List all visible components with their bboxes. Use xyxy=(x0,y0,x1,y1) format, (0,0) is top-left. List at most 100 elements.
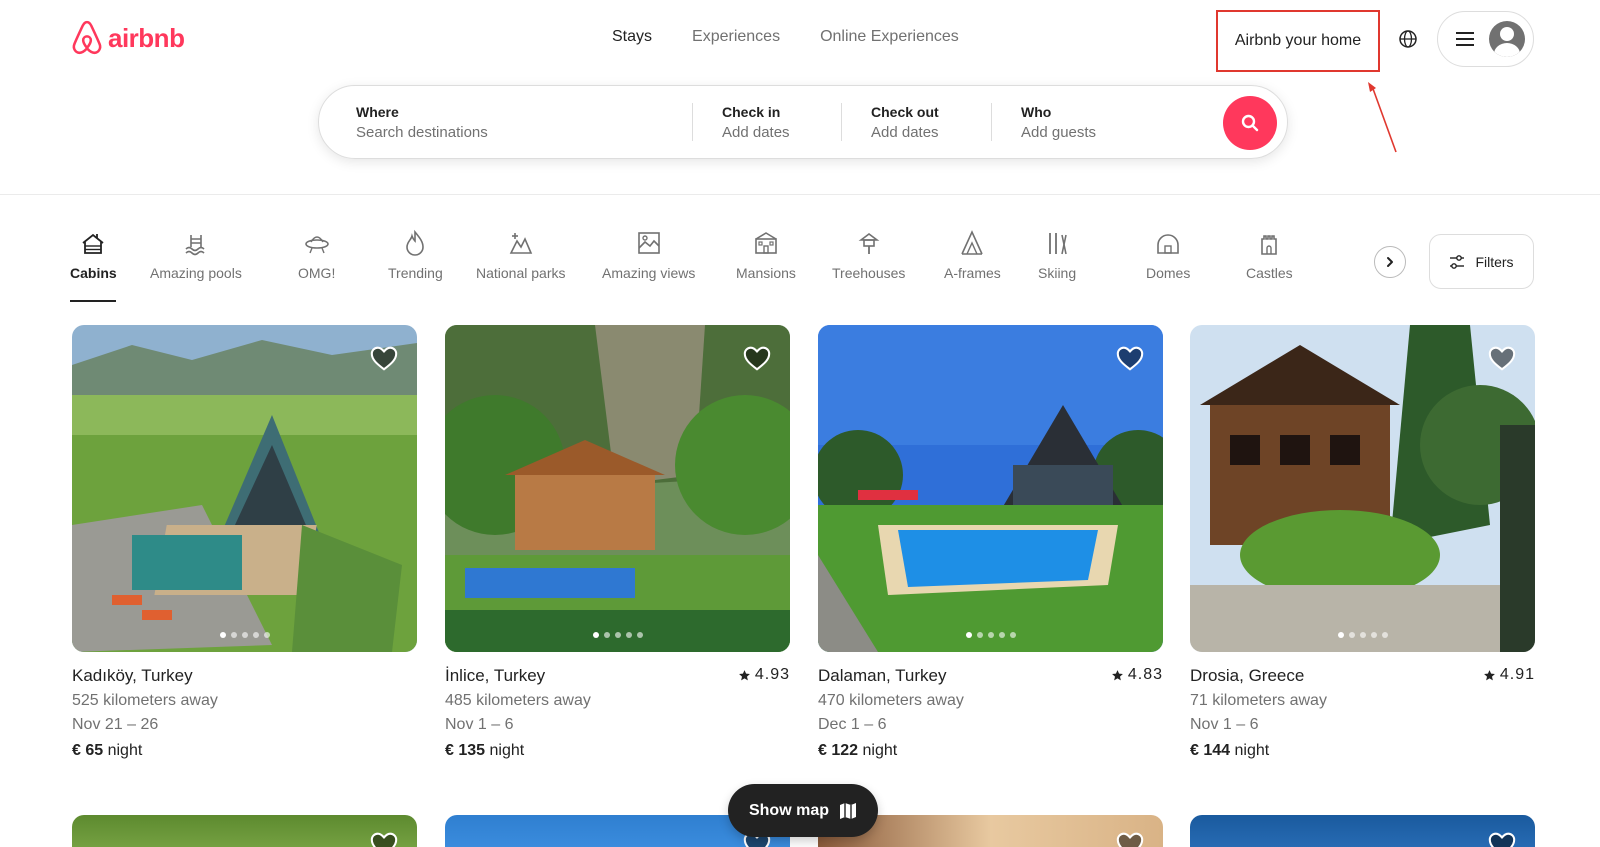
listing-price: € 144 night xyxy=(1190,742,1535,760)
heart-icon[interactable] xyxy=(742,343,772,373)
price-amount: € 144 xyxy=(1190,742,1231,759)
category-trending[interactable]: Trending xyxy=(388,229,443,281)
search-button[interactable] xyxy=(1223,96,1277,150)
category-cabins[interactable]: Cabins xyxy=(70,229,117,302)
star-icon xyxy=(1111,669,1123,680)
heart-icon[interactable] xyxy=(369,343,399,373)
listing-price: € 65 night xyxy=(72,742,417,760)
listing-dates: Dec 1 – 6 xyxy=(818,716,887,733)
castle-icon xyxy=(1255,229,1283,257)
listing-price: € 122 night xyxy=(818,742,1163,760)
listing-photo[interactable] xyxy=(818,325,1163,652)
a-frame-icon xyxy=(958,229,986,257)
listing-distance: 525 kilometers away xyxy=(72,692,218,709)
where-placeholder: Search destinations xyxy=(356,123,488,141)
photo-carousel-dots xyxy=(592,632,643,638)
category-national-parks[interactable]: National parks xyxy=(476,229,566,281)
category-label: Amazing views xyxy=(602,265,696,281)
heart-icon[interactable] xyxy=(1487,829,1517,847)
listing-photo[interactable] xyxy=(72,325,417,652)
treehouse-icon xyxy=(855,229,883,257)
rating-value: 4.83 xyxy=(1127,666,1163,683)
where-field[interactable]: Where Search destinations xyxy=(319,86,692,158)
listing-dates: Nov 1 – 6 xyxy=(1190,716,1259,733)
filters-button[interactable]: Filters xyxy=(1429,234,1534,289)
listing-rating: 4.91 xyxy=(1483,666,1535,684)
show-map-label: Show map xyxy=(748,801,829,819)
map-icon xyxy=(840,802,856,819)
check-in-field[interactable]: Check in Add dates xyxy=(693,86,841,158)
listing-photo-partial[interactable] xyxy=(1190,815,1535,847)
show-map-button[interactable]: Show map xyxy=(728,784,878,837)
listing-distance: 71 kilometers away xyxy=(1190,692,1327,709)
price-unit: night xyxy=(107,742,143,759)
listing-distance: 485 kilometers away xyxy=(445,692,591,709)
hamburger-icon xyxy=(1456,32,1474,46)
category-a-frames[interactable]: A-frames xyxy=(944,229,1001,281)
heart-icon[interactable] xyxy=(1115,343,1145,373)
listing-card[interactable]: Kadıköy, Turkey 525 kilometers away Nov 21… xyxy=(72,325,417,760)
category-mansions[interactable]: Mansions xyxy=(736,229,796,281)
filters-label: Filters xyxy=(1475,253,1514,270)
category-treehouses[interactable]: Treehouses xyxy=(832,229,905,281)
listing-dates: Nov 21 – 26 xyxy=(72,716,159,733)
category-amazing-views[interactable]: Amazing views xyxy=(602,229,695,281)
language-button[interactable] xyxy=(1393,24,1423,54)
price-amount: € 135 xyxy=(445,742,486,759)
annotation-arrow-icon xyxy=(1368,82,1397,153)
listing-rating: 4.93 xyxy=(738,666,790,684)
tab-experiences[interactable]: Experiences xyxy=(692,28,780,46)
tab-online-experiences[interactable]: Online Experiences xyxy=(820,28,959,46)
view-icon xyxy=(635,229,663,257)
listing-info: İnlice, Turkey 4.93 485 kilometers away Nov… xyxy=(445,666,790,760)
heart-icon[interactable] xyxy=(369,829,399,847)
category-next-button[interactable] xyxy=(1374,246,1406,278)
listing-rating: 4.83 xyxy=(1111,666,1163,684)
star-icon xyxy=(1483,669,1495,680)
active-category-underline xyxy=(70,300,116,302)
category-castles[interactable]: Castles xyxy=(1246,229,1293,281)
listing-card[interactable]: Drosia, Greece 4.91 71 kilometers away Nov … xyxy=(1190,325,1535,760)
listing-card[interactable]: İnlice, Turkey 4.93 485 kilometers away Nov… xyxy=(445,325,790,760)
who-field[interactable]: Who Add guests xyxy=(992,86,1232,158)
chevron-right-icon xyxy=(1387,257,1393,267)
category-label: OMG! xyxy=(298,265,336,281)
listing-info: Dalaman, Turkey 4.83 470 kilometers away De… xyxy=(818,666,1163,760)
globe-icon xyxy=(1399,30,1417,48)
category-amazing-pools[interactable]: Amazing pools xyxy=(150,229,242,281)
airbnb-logo-icon xyxy=(72,20,102,55)
check-out-placeholder: Add dates xyxy=(871,123,939,141)
price-amount: € 65 xyxy=(72,742,104,759)
avatar-icon xyxy=(1489,21,1525,57)
category-label: Castles xyxy=(1246,265,1293,281)
heart-icon[interactable] xyxy=(1487,343,1517,373)
heart-icon[interactable] xyxy=(1115,829,1145,847)
brand-name: airbnb xyxy=(108,22,185,53)
who-label: Who xyxy=(1021,103,1052,120)
listing-photo-partial[interactable] xyxy=(72,815,417,847)
check-out-label: Check out xyxy=(871,103,939,120)
search-icon xyxy=(1241,114,1259,132)
listing-card[interactable]: Dalaman, Turkey 4.83 470 kilometers away De… xyxy=(818,325,1163,760)
nav-tabs: Stays Experiences Online Experiences xyxy=(612,28,959,46)
dome-icon xyxy=(1154,229,1182,257)
check-out-field[interactable]: Check out Add dates xyxy=(842,86,991,158)
listing-location: Kadıköy, Turkey xyxy=(72,666,193,685)
listing-photo[interactable] xyxy=(1190,325,1535,652)
header: airbnb Stays Experiences Online Experien… xyxy=(0,0,1600,195)
mansion-icon xyxy=(752,229,780,257)
photo-carousel-dots xyxy=(965,632,1016,638)
flame-icon xyxy=(401,229,429,257)
profile-menu-button[interactable] xyxy=(1437,11,1534,67)
tab-stays[interactable]: Stays xyxy=(612,28,652,46)
price-amount: € 122 xyxy=(818,742,859,759)
airbnb-logo[interactable]: airbnb xyxy=(70,20,185,56)
category-skiing[interactable]: Skiing xyxy=(1038,229,1076,281)
photo-carousel-dots xyxy=(1337,632,1388,638)
category-label: Cabins xyxy=(70,265,117,281)
listing-photo[interactable] xyxy=(445,325,790,652)
category-domes[interactable]: Domes xyxy=(1146,229,1190,281)
category-omg[interactable]: OMG! xyxy=(298,229,335,281)
search-bar: Where Search destinations Check in Add d… xyxy=(318,85,1288,159)
airbnb-your-home-button[interactable]: Airbnb your home xyxy=(1216,10,1380,72)
